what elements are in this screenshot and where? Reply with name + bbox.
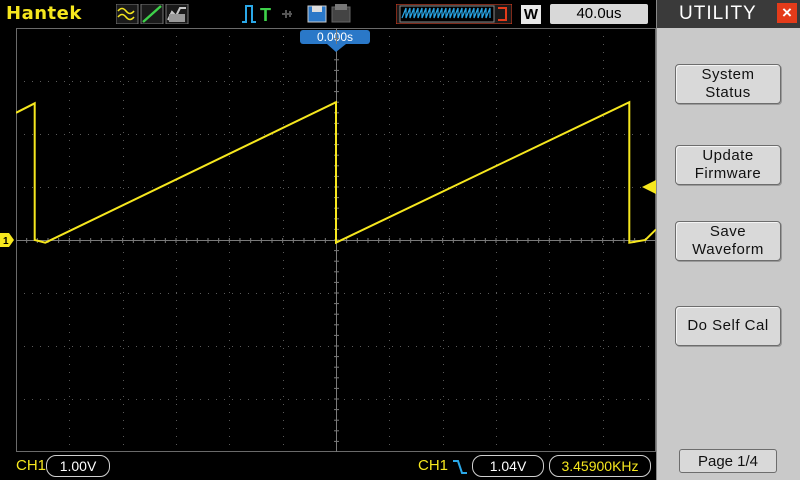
- ch1-scale-readout: 1.00V: [46, 455, 110, 477]
- system-status-button[interactable]: System Status: [675, 64, 781, 104]
- update-firmware-button[interactable]: Update Firmware: [675, 145, 781, 185]
- frequency-readout: 3.45900KHz: [549, 455, 651, 477]
- menu-title: UTILITY: [679, 3, 757, 24]
- side-menu: UTILITY × System Status Update Firmware …: [656, 0, 800, 480]
- close-icon[interactable]: ×: [777, 3, 797, 23]
- ch1-waveform-trace: [16, 100, 656, 245]
- timebase-readout: 40.0us: [550, 4, 648, 24]
- do-self-cal-button[interactable]: Do Self Cal: [675, 306, 781, 346]
- button-label-line1: Do Self Cal: [687, 317, 769, 334]
- trigger-level-marker[interactable]: [642, 180, 656, 194]
- waveform-display: [16, 28, 656, 452]
- waveform-overview-bar[interactable]: [396, 4, 512, 24]
- ch1-ground-marker[interactable]: 1: [0, 233, 14, 247]
- button-label-line1: Save: [709, 223, 747, 240]
- bottom-status-bar: CH1 1.00V CH1 1.04V 3.45900KHz: [0, 452, 656, 480]
- button-label-line2: Waveform: [692, 241, 764, 258]
- button-label-line1: Update: [702, 147, 754, 164]
- trigger-source-label: CH1: [418, 457, 449, 474]
- button-label-line2: Status: [705, 84, 751, 101]
- scope-grid: [16, 28, 656, 452]
- trigger-status-icons: T: [242, 4, 351, 24]
- save-waveform-button[interactable]: Save Waveform: [675, 221, 781, 261]
- button-label-line2: Firmware: [694, 165, 762, 182]
- falling-edge-icon: [453, 460, 467, 474]
- brand-logo: Hantek: [6, 3, 82, 24]
- top-status-bar: Hantek T W 40.0us: [0, 0, 656, 28]
- trigger-level-readout: 1.04V: [472, 455, 544, 477]
- ch1-label[interactable]: CH1: [16, 457, 46, 474]
- svg-text:1: 1: [3, 236, 9, 247]
- page-button[interactable]: Page 1/4: [679, 449, 777, 473]
- svg-text:T: T: [260, 5, 271, 24]
- trigger-time-pointer: [327, 44, 346, 52]
- window-mode-label: W: [521, 5, 541, 24]
- menu-header: UTILITY ×: [657, 0, 800, 28]
- acquire-mode-icons: [116, 4, 189, 24]
- button-label-line1: System: [701, 66, 755, 83]
